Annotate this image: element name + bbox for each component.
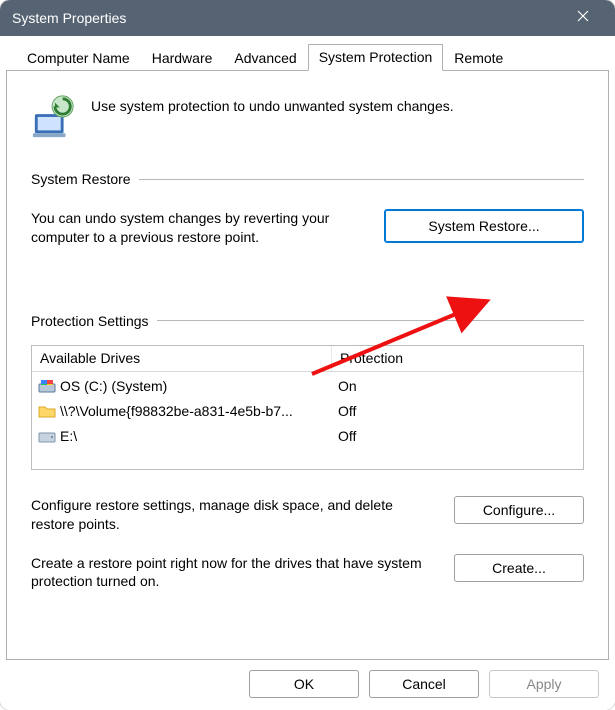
drive-protection: Off xyxy=(338,403,356,419)
dialog-buttons: OK Cancel Apply xyxy=(6,660,609,702)
cancel-button[interactable]: Cancel xyxy=(369,670,479,698)
tab-panel-system-protection: Use system protection to undo unwanted s… xyxy=(6,70,609,660)
tab-computer-name[interactable]: Computer Name xyxy=(16,45,141,71)
intro-text: Use system protection to undo unwanted s… xyxy=(91,93,454,116)
system-restore-button[interactable]: System Restore... xyxy=(384,209,584,243)
group-protection-settings-label: Protection Settings xyxy=(31,313,584,329)
configure-description: Configure restore settings, manage disk … xyxy=(31,496,434,534)
drive-protection: On xyxy=(338,378,357,394)
column-header-protection[interactable]: Protection xyxy=(332,346,583,371)
drive-name: OS (C:) (System) xyxy=(60,378,167,394)
create-description: Create a restore point right now for the… xyxy=(31,554,434,592)
group-system-restore-label: System Restore xyxy=(31,171,584,187)
tab-remote[interactable]: Remote xyxy=(443,45,514,71)
content-frame: Computer NameHardwareAdvancedSystem Prot… xyxy=(0,36,615,710)
drive-name: \\?\Volume{f98832be-a831-4e5b-b7... xyxy=(60,403,293,419)
tab-strip: Computer NameHardwareAdvancedSystem Prot… xyxy=(16,42,609,70)
table-row[interactable]: \\?\Volume{f98832be-a831-4e5b-b7... Off xyxy=(32,399,583,424)
table-row[interactable]: OS (C:) (System) On xyxy=(32,374,583,399)
close-icon[interactable] xyxy=(563,9,603,28)
create-button[interactable]: Create... xyxy=(454,554,584,582)
drive-protection: Off xyxy=(338,428,356,444)
titlebar: System Properties xyxy=(0,0,615,36)
system-protection-icon xyxy=(31,93,77,139)
window-title: System Properties xyxy=(12,10,126,26)
system-restore-description: You can undo system changes by reverting… xyxy=(31,209,364,247)
tab-advanced[interactable]: Advanced xyxy=(223,45,307,71)
system-properties-window: System Properties Computer NameHardwareA… xyxy=(0,0,615,710)
table-row[interactable]: E:\ Off xyxy=(32,424,583,449)
drives-table: Available Drives Protection OS (C:) (Sys… xyxy=(31,345,584,470)
tab-system-protection[interactable]: System Protection xyxy=(308,44,444,71)
column-header-drives[interactable]: Available Drives xyxy=(32,346,332,371)
configure-button[interactable]: Configure... xyxy=(454,496,584,524)
apply-button[interactable]: Apply xyxy=(489,670,599,698)
drive-name: E:\ xyxy=(60,428,77,444)
ok-button[interactable]: OK xyxy=(249,670,359,698)
tab-hardware[interactable]: Hardware xyxy=(141,45,224,71)
